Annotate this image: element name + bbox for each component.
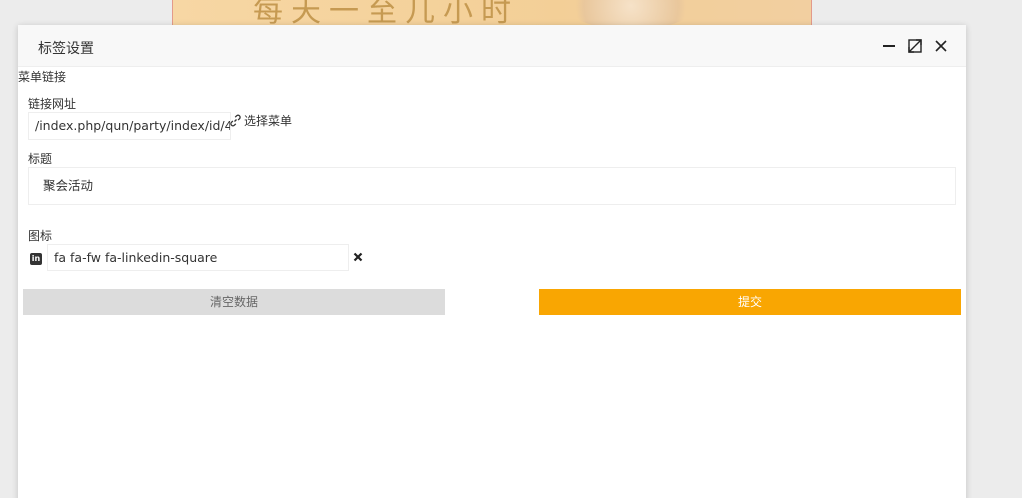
- maximize-icon[interactable]: [906, 37, 924, 55]
- link-icon: [230, 114, 241, 126]
- icon-class-input[interactable]: fa fa-fw fa-linkedin-square: [47, 244, 349, 271]
- clear-icon-button[interactable]: [352, 251, 364, 263]
- times-icon: [353, 252, 363, 262]
- close-icon[interactable]: [932, 37, 950, 55]
- link-url-input[interactable]: /index.php/qun/party/index/id/45: [28, 112, 231, 140]
- dialog-header: 标签设置: [18, 25, 966, 67]
- banner-face-image: [561, 0, 701, 26]
- submit-button[interactable]: 提交: [539, 289, 961, 315]
- icon-label: 图标: [28, 229, 53, 243]
- select-menu-link[interactable]: 选择菜单: [229, 112, 292, 128]
- dialog-title: 标签设置: [38, 41, 94, 57]
- banner-text: 每天一至几小时: [253, 0, 519, 26]
- select-menu-label: 选择菜单: [244, 113, 293, 128]
- linkedin-square-icon: in: [30, 253, 42, 265]
- tag-settings-dialog: 标签设置 菜单链接 链接网址 /index.php/qun/party/inde…: [18, 25, 966, 498]
- minimize-icon[interactable]: [880, 37, 898, 55]
- link-url-label: 链接网址: [28, 97, 77, 111]
- title-input[interactable]: 聚会活动: [28, 167, 956, 205]
- background-banner: 每天一至几小时: [172, 0, 812, 26]
- title-label: 标题: [28, 152, 53, 166]
- clear-data-button[interactable]: 清空数据: [23, 289, 445, 315]
- menu-link-section-label: 菜单链接: [18, 70, 67, 84]
